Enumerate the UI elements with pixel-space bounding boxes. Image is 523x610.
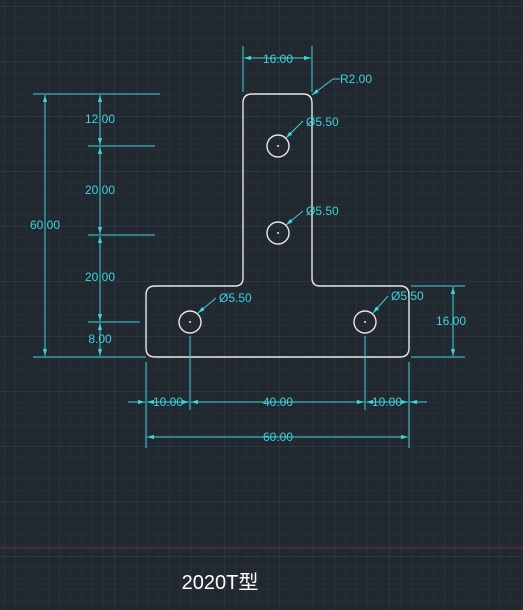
label-base-height: 16.00 [436, 314, 466, 328]
label-left-offset: 10.00 [153, 395, 183, 409]
label-right-offset: 10.00 [372, 395, 402, 409]
label-hole-bottom-left: Ø5.50 [219, 291, 252, 305]
label-seg-20b: 20.00 [85, 270, 115, 284]
label-hole-span: 40.00 [263, 395, 293, 409]
label-hole-bottom-right: Ø5.50 [391, 289, 424, 303]
label-seg-12: 12.00 [85, 112, 115, 126]
label-overall-height: 60.00 [30, 218, 60, 232]
label-top-width: 16.00 [263, 52, 293, 66]
label-corner-radius: R2.00 [340, 72, 372, 86]
cad-drawing-canvas: 16.00 R2.00 Ø5.50 Ø5.50 Ø5.50 Ø5.50 60.0… [0, 0, 523, 610]
label-overall-width: 60.00 [263, 430, 293, 444]
label-hole-top-2: Ø5.50 [306, 204, 339, 218]
label-seg-8: 8.00 [88, 332, 112, 346]
label-seg-20a: 20.00 [85, 183, 115, 197]
drawing-caption: 2020T型 [181, 572, 259, 594]
major-grid [0, 0, 523, 610]
label-hole-top-1: Ø5.50 [306, 115, 339, 129]
